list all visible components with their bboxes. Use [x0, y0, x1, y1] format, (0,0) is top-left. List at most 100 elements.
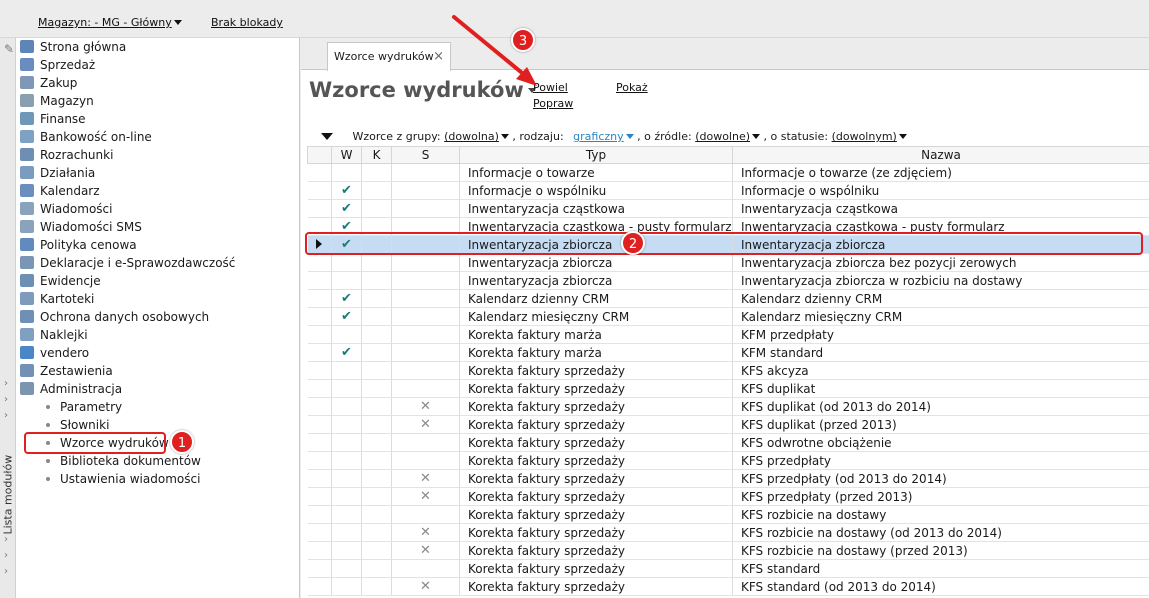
show-button[interactable]: Pokaż: [616, 81, 648, 94]
tab-print-templates[interactable]: Wzorce wydruków ×: [327, 42, 451, 71]
column-header-w[interactable]: W: [331, 146, 362, 164]
cell-nazwa: KFS przedpłaty: [732, 451, 1149, 470]
table-row[interactable]: ✔ Inwentaryzacja cząstkowa Inwentaryzacja …: [307, 199, 1149, 218]
cell-k: [361, 343, 392, 362]
table-row[interactable]: ✕ Korekta faktury sprzedaży KFS przedpłaty…: [307, 469, 1149, 488]
chevron-right-icon[interactable]: ›: [4, 534, 8, 545]
table-row[interactable]: Korekta faktury marża KFM przedpłaty: [307, 325, 1149, 344]
sidebar-subitem-ustawienia-wiadomo-ci[interactable]: Ustawienia wiadomości: [46, 470, 200, 488]
sidebar-item-deklaracje-i-e-sprawozdawczo-[interactable]: Deklaracje i e-Sprawozdawczość: [20, 254, 235, 272]
sidebar-item-label: Kartoteki: [40, 292, 95, 306]
sidebar-item-polityka-cenowa[interactable]: Polityka cenowa: [20, 236, 137, 254]
sidebar-item-zestawienia[interactable]: Zestawienia: [20, 362, 113, 380]
cell-typ: Korekta faktury sprzedaży: [459, 433, 733, 452]
sidebar-item-vendero[interactable]: vendero: [20, 344, 89, 362]
table-row[interactable]: Inwentaryzacja zbiorcza Inwentaryzacja zb…: [307, 271, 1149, 290]
sidebar-item-label: Polityka cenowa: [40, 238, 137, 252]
sidebar-item-label: Rozrachunki: [40, 148, 114, 162]
check-icon: ✔: [341, 309, 352, 324]
cell-nazwa: Kalendarz dzienny CRM: [732, 289, 1149, 308]
status-filter[interactable]: (dowolnym): [832, 130, 907, 143]
chevron-right-icon[interactable]: ›: [4, 410, 8, 421]
cell-k: [361, 469, 392, 488]
table-row[interactable]: ✕ Korekta faktury sprzedaży KFS przedpłaty…: [307, 487, 1149, 506]
cell-k: [361, 271, 392, 290]
pin-icon[interactable]: ✎: [4, 42, 14, 56]
table-row[interactable]: Korekta faktury sprzedaży KFS przedpłaty: [307, 451, 1149, 470]
cell-w: ✔: [331, 343, 362, 362]
module-list-strip[interactable]: ✎ › › › Lista modułów › › › ›: [0, 38, 16, 598]
column-header-pointer: [307, 146, 332, 164]
cell-s: ✕: [391, 397, 460, 416]
sidebar-item-bankowo-on-line[interactable]: Bankowość on-line: [20, 128, 152, 146]
source-filter[interactable]: (dowolne): [695, 130, 761, 143]
sidebar-item-dzia-ania[interactable]: Działania: [20, 164, 95, 182]
chevron-right-icon[interactable]: ›: [4, 550, 8, 561]
sidebar-subitem-biblioteka-dokument-w[interactable]: Biblioteka dokumentów: [46, 452, 201, 470]
table-row[interactable]: ✔ Informacje o wspólniku Informacje o wspó…: [307, 181, 1149, 200]
chevron-right-icon[interactable]: ›: [4, 566, 8, 577]
sidebar-item-finanse[interactable]: Finanse: [20, 110, 86, 128]
duplicate-button[interactable]: Powiel: [533, 81, 568, 94]
sidebar-item-naklejki[interactable]: Naklejki: [20, 326, 88, 344]
sidebar-item-wiadomo-ci-sms[interactable]: Wiadomości SMS: [20, 218, 142, 236]
sidebar-item-strona-g-wna[interactable]: Strona główna: [20, 38, 126, 56]
sidebar-item-ochrona-danych-osobowych[interactable]: Ochrona danych osobowych: [20, 308, 209, 326]
table-row[interactable]: ✕ Korekta faktury sprzedaży KFS duplikat (…: [307, 415, 1149, 434]
sidebar-item-kartoteki[interactable]: Kartoteki: [20, 290, 94, 308]
sidebar-subitem-parametry[interactable]: Parametry: [46, 398, 122, 416]
cell-nazwa: KFS przedpłaty (przed 2013): [732, 487, 1149, 506]
table-row[interactable]: ✕ Korekta faktury sprzedaży KFS rozbicie n…: [307, 523, 1149, 542]
sidebar-item-rozrachunki[interactable]: Rozrachunki: [20, 146, 113, 164]
cell-s: ✕: [391, 541, 460, 560]
cell-s: ✕: [391, 487, 460, 506]
table-row[interactable]: ✔ Korekta faktury marża KFM standard: [307, 343, 1149, 362]
cell-typ: Korekta faktury sprzedaży: [459, 559, 733, 578]
page-title[interactable]: Wzorce wydruków: [309, 78, 536, 102]
table-row[interactable]: Korekta faktury sprzedaży KFS odwrotne ob…: [307, 433, 1149, 452]
row-pointer-cell: [307, 379, 332, 398]
cell-w: [331, 505, 362, 524]
cell-typ: Korekta faktury sprzedaży: [459, 541, 733, 560]
column-header-k[interactable]: K: [361, 146, 392, 164]
column-header-typ[interactable]: Typ: [459, 146, 733, 164]
table-row[interactable]: Korekta faktury sprzedaży KFS duplikat: [307, 379, 1149, 398]
sidebar-item-kalendarz[interactable]: Kalendarz: [20, 182, 100, 200]
cell-s: ✕: [391, 415, 460, 434]
sidebar-item-wiadomo-ci[interactable]: Wiadomości: [20, 200, 112, 218]
table-row[interactable]: ✔ Kalendarz miesięczny CRM Kalendarz miesi…: [307, 307, 1149, 326]
sidebar-item-zakup[interactable]: Zakup: [20, 74, 77, 92]
cell-k: [361, 559, 392, 578]
cell-w: ✔: [331, 307, 362, 326]
table-row[interactable]: Korekta faktury sprzedaży KFS standard: [307, 559, 1149, 578]
table-row[interactable]: Korekta faktury sprzedaży KFS rozbicie na…: [307, 505, 1149, 524]
table-row[interactable]: Korekta faktury sprzedaży KFS akcyza: [307, 361, 1149, 380]
sidebar-item-administracja[interactable]: Administracja: [20, 380, 122, 398]
close-icon[interactable]: ×: [433, 43, 444, 71]
warehouse-selector[interactable]: Magazyn: - MG - Główny: [38, 16, 182, 29]
group-filter[interactable]: (dowolna): [444, 130, 509, 143]
chevron-right-icon[interactable]: ›: [4, 378, 8, 389]
table-row[interactable]: Informacje o towarze Informacje o towarze…: [307, 163, 1149, 182]
table-row[interactable]: Inwentaryzacja zbiorcza Inwentaryzacja zb…: [307, 253, 1149, 272]
cell-w: [331, 433, 362, 452]
table-row[interactable]: ✔ Kalendarz dzienny CRM Kalendarz dzienny …: [307, 289, 1149, 308]
row-pointer-cell: [307, 415, 332, 434]
sidebar-item-magazyn[interactable]: Magazyn: [20, 92, 94, 110]
column-header-s[interactable]: S: [391, 146, 460, 164]
filter-toggle-icon[interactable]: [321, 133, 333, 140]
chevron-right-icon[interactable]: ›: [4, 394, 8, 405]
cards-icon: [20, 292, 34, 305]
cross-icon: ✕: [420, 471, 431, 486]
sidebar-item-ewidencje[interactable]: Ewidencje: [20, 272, 101, 290]
table-row[interactable]: ✕ Korekta faktury sprzedaży KFS duplikat (…: [307, 397, 1149, 416]
lock-status-link[interactable]: Brak blokady: [211, 16, 283, 29]
table-row[interactable]: ✕ Korekta faktury sprzedaży KFS standard (…: [307, 577, 1149, 596]
chevron-right-icon[interactable]: ›: [4, 518, 8, 529]
edit-button[interactable]: Popraw: [533, 97, 573, 110]
kind-filter[interactable]: graficzny: [573, 130, 634, 143]
sidebar-subitem-label: Słowniki: [60, 418, 110, 432]
table-row[interactable]: ✕ Korekta faktury sprzedaży KFS rozbicie n…: [307, 541, 1149, 560]
sidebar-item-sprzeda-[interactable]: Sprzedaż: [20, 56, 95, 74]
column-header-nazwa[interactable]: Nazwa: [732, 146, 1149, 164]
